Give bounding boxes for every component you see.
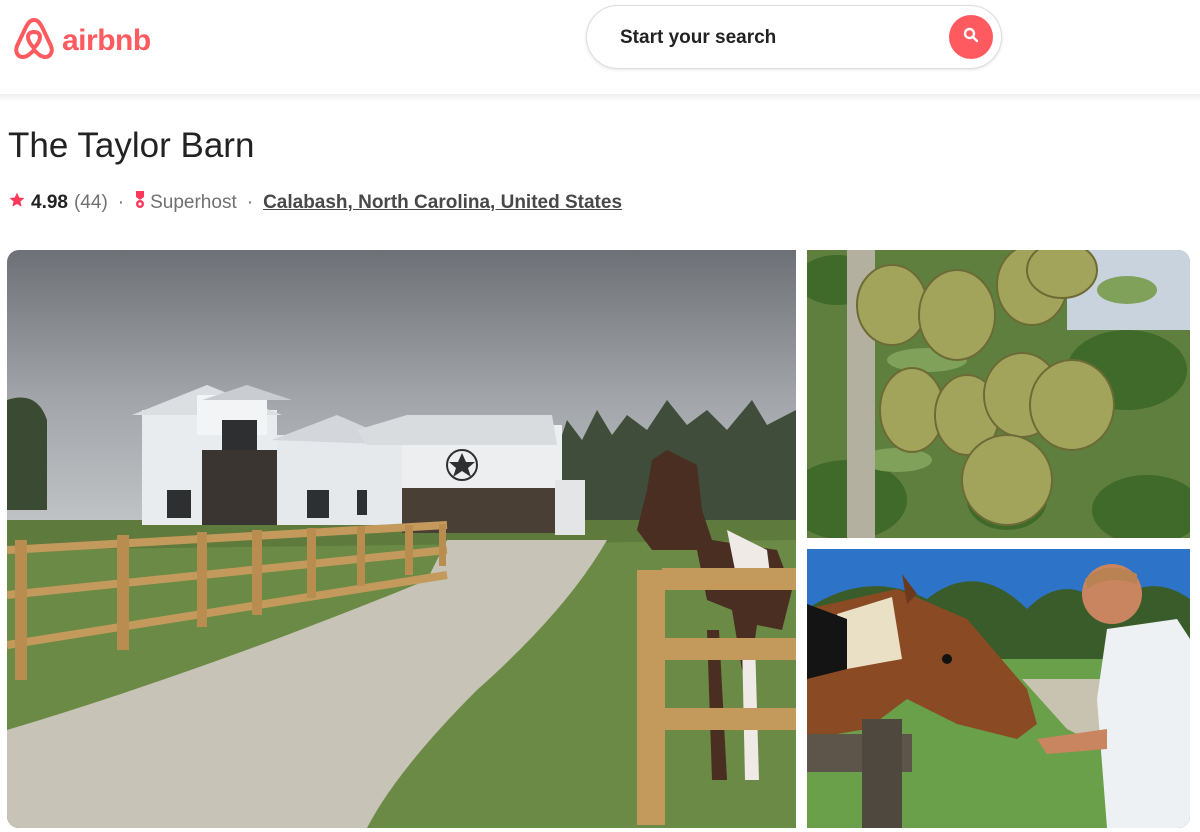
main-photo-barn[interactable] [7, 250, 796, 828]
airbnb-logo[interactable]: airbnb [12, 14, 151, 67]
separator-dot: · [246, 192, 254, 213]
location-link[interactable]: Calabash, North Carolina, United States [263, 192, 622, 214]
review-count[interactable]: (44) [74, 192, 108, 214]
listing-title: The Taylor Barn [8, 126, 255, 165]
side-photo-man-feeding-horse[interactable] [807, 549, 1190, 828]
separator-dot: · [117, 192, 125, 213]
star-icon [8, 191, 26, 215]
superhost-label: Superhost [150, 192, 237, 213]
search-bar[interactable]: Start your search [586, 5, 1002, 69]
side-photo-pears[interactable] [807, 250, 1190, 538]
search-placeholder: Start your search [620, 27, 777, 48]
search-icon [963, 27, 979, 48]
rating-value: 4.98 [31, 192, 68, 213]
superhost-badge-icon [134, 190, 146, 216]
listing-meta: 4.98 (44) · Superhost · Calabash, North … [8, 190, 622, 216]
airbnb-belo-icon [12, 14, 56, 67]
top-header: airbnb Start your search [0, 0, 1200, 94]
logo-text: airbnb [62, 23, 151, 57]
header-divider [0, 94, 1200, 102]
search-button[interactable] [949, 15, 993, 59]
